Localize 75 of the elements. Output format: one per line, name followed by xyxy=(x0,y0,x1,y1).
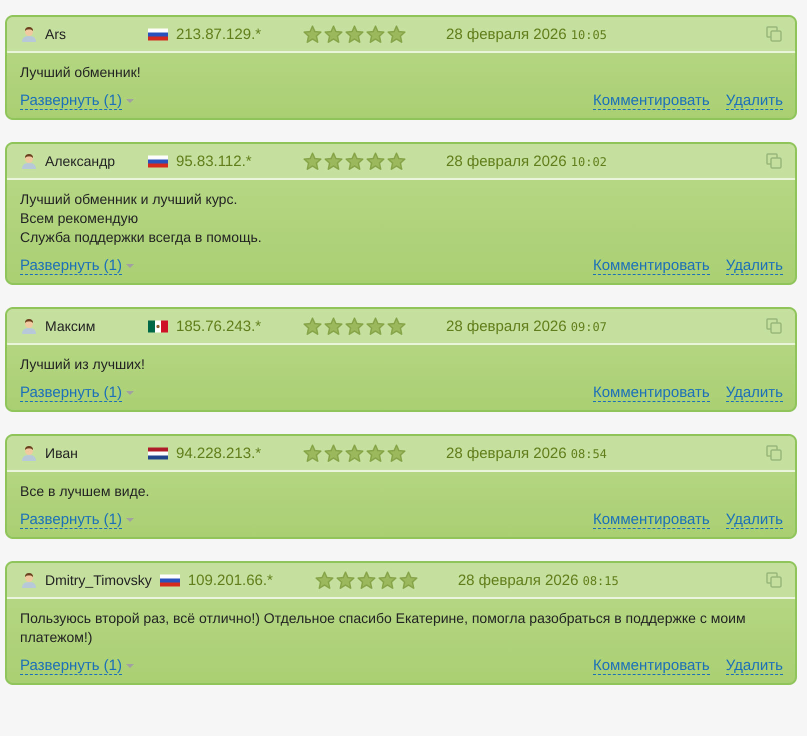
caret-icon xyxy=(126,263,134,269)
star-icon xyxy=(324,316,343,336)
user-icon xyxy=(21,153,37,169)
ip-address: 213.87.129.* xyxy=(176,26,262,42)
user-icon xyxy=(21,572,37,588)
expand-link[interactable]: Развернуть (1) xyxy=(20,511,122,529)
star-icon xyxy=(345,152,364,170)
review-date: 28 февраля 2026 09:07 xyxy=(446,318,607,334)
user-icon xyxy=(21,318,37,334)
star-icon xyxy=(345,316,364,336)
star-icon xyxy=(324,24,343,44)
delete-link[interactable]: Удалить xyxy=(726,511,783,529)
caret-icon xyxy=(126,663,134,669)
review-text: Пользуюсь второй раз, всё отлично!) Отдельное спасибо Екатерине, помогла разобраться в поддержке с моим платежом!) xyxy=(20,609,747,647)
caret-icon xyxy=(126,517,134,523)
star-icon xyxy=(398,570,418,590)
star-icon xyxy=(366,24,385,44)
review-date: 28 февраля 2026 08:15 xyxy=(458,572,619,588)
user-icon xyxy=(21,26,37,42)
expand-link[interactable]: Развернуть (1) xyxy=(20,92,122,110)
star-icon xyxy=(303,316,322,336)
expand-link[interactable]: Развернуть (1) xyxy=(20,384,122,402)
caret-icon xyxy=(126,98,134,104)
star-icon xyxy=(336,570,355,590)
review-text: Все в лучшем виде. xyxy=(20,482,150,501)
review-date: 28 февраля 2026 10:02 xyxy=(446,152,607,170)
copy-icon[interactable] xyxy=(765,25,783,43)
star-icon xyxy=(324,444,343,462)
comment-link[interactable]: Комментировать xyxy=(592,384,710,402)
review-date: 28 февраля 2026 08:54 xyxy=(446,444,607,462)
author-name: Александр xyxy=(45,153,116,169)
star-icon xyxy=(387,316,406,336)
star-icon xyxy=(387,24,406,44)
expand-link[interactable]: Развернуть (1) xyxy=(20,257,122,275)
author-name: Ars xyxy=(45,26,67,42)
star-icon xyxy=(356,570,376,590)
user-icon xyxy=(21,445,37,461)
author-name: Максим xyxy=(45,318,96,334)
copy-icon[interactable] xyxy=(765,444,783,462)
star-icon xyxy=(378,570,397,590)
ip-address: 109.201.66.* xyxy=(188,572,274,588)
comment-link[interactable]: Комментировать xyxy=(592,92,710,110)
star-icon xyxy=(345,444,364,462)
delete-link[interactable]: Удалить xyxy=(726,384,783,402)
star-icon xyxy=(366,444,385,462)
comment-link[interactable]: Комментировать xyxy=(592,657,710,675)
copy-icon[interactable] xyxy=(765,571,783,589)
comment-link[interactable]: Комментировать xyxy=(592,511,710,529)
delete-link[interactable]: Удалить xyxy=(726,657,783,675)
star-icon xyxy=(366,316,385,336)
review-text: Лучший обменник и лучший курс. Всем рекомендую Служба поддержки всегда в помощь. xyxy=(20,190,263,247)
delete-link[interactable]: Удалить xyxy=(726,92,783,110)
comment-link[interactable]: Комментировать xyxy=(592,257,710,275)
star-icon xyxy=(387,152,406,170)
review-date: 28 февраля 2026 10:05 xyxy=(446,26,607,42)
expand-link[interactable]: Развернуть (1) xyxy=(20,657,122,675)
delete-link[interactable]: Удалить xyxy=(726,257,783,275)
review-text: Лучший из лучших! xyxy=(20,355,146,374)
star-icon xyxy=(366,152,385,170)
ip-address: 94.228.213.* xyxy=(176,444,262,462)
star-icon xyxy=(303,444,322,462)
caret-icon xyxy=(126,390,134,396)
star-icon xyxy=(303,24,322,44)
review-text: Лучший обменник! xyxy=(20,63,142,82)
star-icon xyxy=(314,570,334,590)
star-icon xyxy=(345,24,364,44)
star-icon xyxy=(387,444,406,462)
ip-address: 95.83.112.* xyxy=(176,152,253,170)
ip-address: 185.76.243.* xyxy=(176,318,262,334)
star-icon xyxy=(324,152,343,170)
copy-icon[interactable] xyxy=(765,317,783,335)
copy-icon[interactable] xyxy=(765,152,783,170)
author-name: Иван xyxy=(45,445,79,461)
author-name: Dmitry_Timovsky xyxy=(45,572,152,588)
star-icon xyxy=(303,152,322,170)
